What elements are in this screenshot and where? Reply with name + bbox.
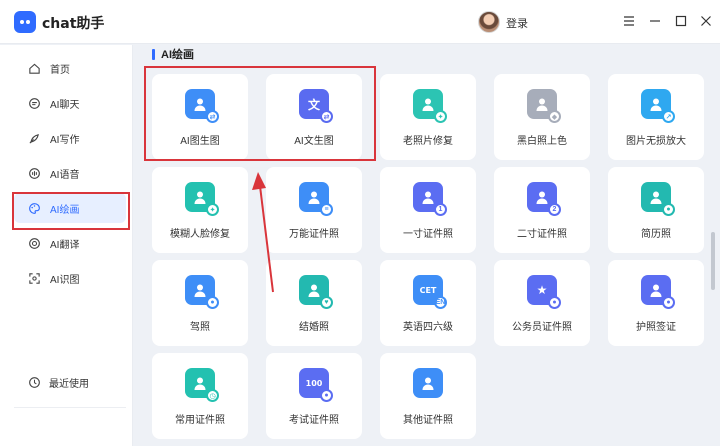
annotation-arrow (252, 172, 274, 293)
